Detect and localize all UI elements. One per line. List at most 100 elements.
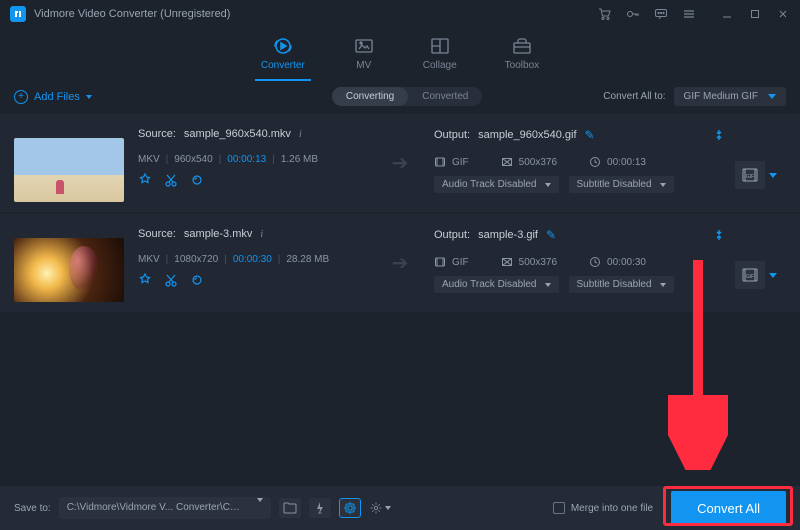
source-format: MKV	[138, 154, 160, 165]
svg-text:on: on	[318, 511, 322, 515]
rename-icon[interactable]: ✎	[546, 228, 556, 242]
settings-icon[interactable]	[369, 498, 391, 518]
save-path-dropdown[interactable]	[249, 497, 271, 519]
toolbox-icon	[511, 36, 533, 56]
source-resolution: 1080x720	[174, 254, 218, 265]
rename-icon[interactable]: ✎	[585, 128, 595, 142]
chevron-down-icon[interactable]	[769, 173, 777, 178]
menu-icon[interactable]	[682, 7, 696, 21]
source-duration: 00:00:30	[233, 254, 272, 265]
add-files-button[interactable]: + Add Files	[14, 90, 92, 104]
subtitle-dropdown[interactable]: Subtitle Disabled	[569, 276, 674, 293]
video-thumbnail[interactable]	[14, 138, 124, 202]
maximize-icon[interactable]	[748, 7, 762, 21]
arrow-right-icon: ➔	[392, 151, 409, 176]
footer-bar: Save to: C:\Vidmore\Vidmore V... Convert…	[0, 486, 800, 530]
convert-all-button[interactable]: Convert All	[671, 491, 786, 526]
file-row: Source: sample_960x540.mkv i MKV| 960x54…	[0, 114, 800, 212]
output-filename: sample-3.gif	[478, 229, 538, 241]
gpu-accel-icon[interactable]	[339, 498, 361, 518]
converter-icon	[272, 36, 294, 56]
close-icon[interactable]	[776, 7, 790, 21]
output-label: Output:	[434, 129, 470, 141]
chevron-down-icon[interactable]	[769, 273, 777, 278]
enhance-icon[interactable]	[190, 273, 204, 287]
source-resolution: 960x540	[174, 154, 212, 165]
checkbox-icon	[553, 502, 565, 514]
compress-icon[interactable]	[712, 128, 726, 142]
resolution-icon	[501, 156, 513, 168]
source-duration: 00:00:13	[227, 154, 266, 165]
app-title: Vidmore Video Converter (Unregistered)	[34, 8, 598, 20]
chevron-down-icon	[768, 94, 776, 99]
target-format-dropdown[interactable]: GIF Medium GIF	[674, 87, 786, 106]
chevron-down-icon	[545, 183, 551, 187]
info-icon[interactable]: i	[299, 129, 302, 140]
tab-converter[interactable]: Converter	[261, 36, 305, 71]
output-format: GIF	[452, 157, 469, 168]
arrow-right-icon: ➔	[392, 251, 409, 276]
film-icon	[434, 256, 446, 268]
toolbar: + Add Files Converting Converted Convert…	[0, 81, 800, 114]
chevron-down-icon	[660, 183, 666, 187]
svg-text:GIF: GIF	[746, 274, 754, 280]
output-resolution: 500x376	[519, 257, 557, 268]
output-duration: 00:00:30	[607, 257, 646, 268]
subtab-converting[interactable]: Converting	[332, 87, 408, 106]
save-path-field[interactable]: C:\Vidmore\Vidmore V... Converter\Conver…	[59, 497, 249, 519]
source-size: 28.28 MB	[286, 254, 329, 265]
output-resolution: 500x376	[519, 157, 557, 168]
convert-all-to: Convert All to: GIF Medium GIF	[603, 87, 786, 106]
resolution-icon	[501, 256, 513, 268]
source-filename: sample-3.mkv	[184, 228, 252, 240]
minimize-icon[interactable]	[720, 7, 734, 21]
chevron-down-icon	[660, 283, 666, 287]
chevron-down-icon	[545, 283, 551, 287]
clock-icon	[589, 256, 601, 268]
output-filename: sample_960x540.gif	[478, 129, 576, 141]
source-filename: sample_960x540.mkv	[184, 128, 291, 140]
tab-toolbox[interactable]: Toolbox	[505, 36, 539, 71]
edit-effects-icon[interactable]	[138, 173, 152, 187]
output-format-button[interactable]: GIF	[735, 261, 765, 289]
cut-icon[interactable]	[164, 173, 178, 187]
output-duration: 00:00:13	[607, 157, 646, 168]
source-format: MKV	[138, 254, 160, 265]
edit-effects-icon[interactable]	[138, 273, 152, 287]
cart-icon[interactable]	[598, 7, 612, 21]
feedback-icon[interactable]	[654, 7, 668, 21]
tab-collage[interactable]: Collage	[423, 36, 457, 71]
chevron-down-icon	[385, 506, 391, 510]
file-row: Source: sample-3.mkv i MKV| 1080x720| 00…	[0, 214, 800, 312]
output-format-button[interactable]: GIF	[735, 161, 765, 189]
app-logo-icon	[10, 6, 26, 22]
audio-track-dropdown[interactable]: Audio Track Disabled	[434, 276, 559, 293]
high-speed-icon[interactable]: on	[309, 498, 331, 518]
video-thumbnail[interactable]	[14, 238, 124, 302]
plus-icon: +	[14, 90, 28, 104]
cut-icon[interactable]	[164, 273, 178, 287]
output-format: GIF	[452, 257, 469, 268]
chevron-down-icon	[257, 498, 263, 514]
file-list: Source: sample_960x540.mkv i MKV| 960x54…	[0, 114, 800, 312]
mv-icon	[353, 36, 375, 56]
chevron-down-icon	[86, 95, 92, 99]
main-nav: Converter MV Collage Toolbox	[0, 28, 800, 81]
info-icon[interactable]: i	[260, 229, 263, 240]
key-icon[interactable]	[626, 7, 640, 21]
source-size: 1.26 MB	[281, 154, 318, 165]
subtab-converted[interactable]: Converted	[408, 87, 482, 106]
source-label: Source:	[138, 128, 176, 140]
subtitle-dropdown[interactable]: Subtitle Disabled	[569, 176, 674, 193]
enhance-icon[interactable]	[190, 173, 204, 187]
convert-all-to-label: Convert All to:	[603, 91, 665, 102]
audio-track-dropdown[interactable]: Audio Track Disabled	[434, 176, 559, 193]
output-label: Output:	[434, 229, 470, 241]
film-icon	[434, 156, 446, 168]
tab-mv[interactable]: MV	[353, 36, 375, 71]
merge-checkbox[interactable]: Merge into one file	[553, 502, 653, 514]
title-bar: Vidmore Video Converter (Unregistered)	[0, 0, 800, 28]
compress-icon[interactable]	[712, 228, 726, 242]
source-label: Source:	[138, 228, 176, 240]
open-folder-icon[interactable]	[279, 498, 301, 518]
